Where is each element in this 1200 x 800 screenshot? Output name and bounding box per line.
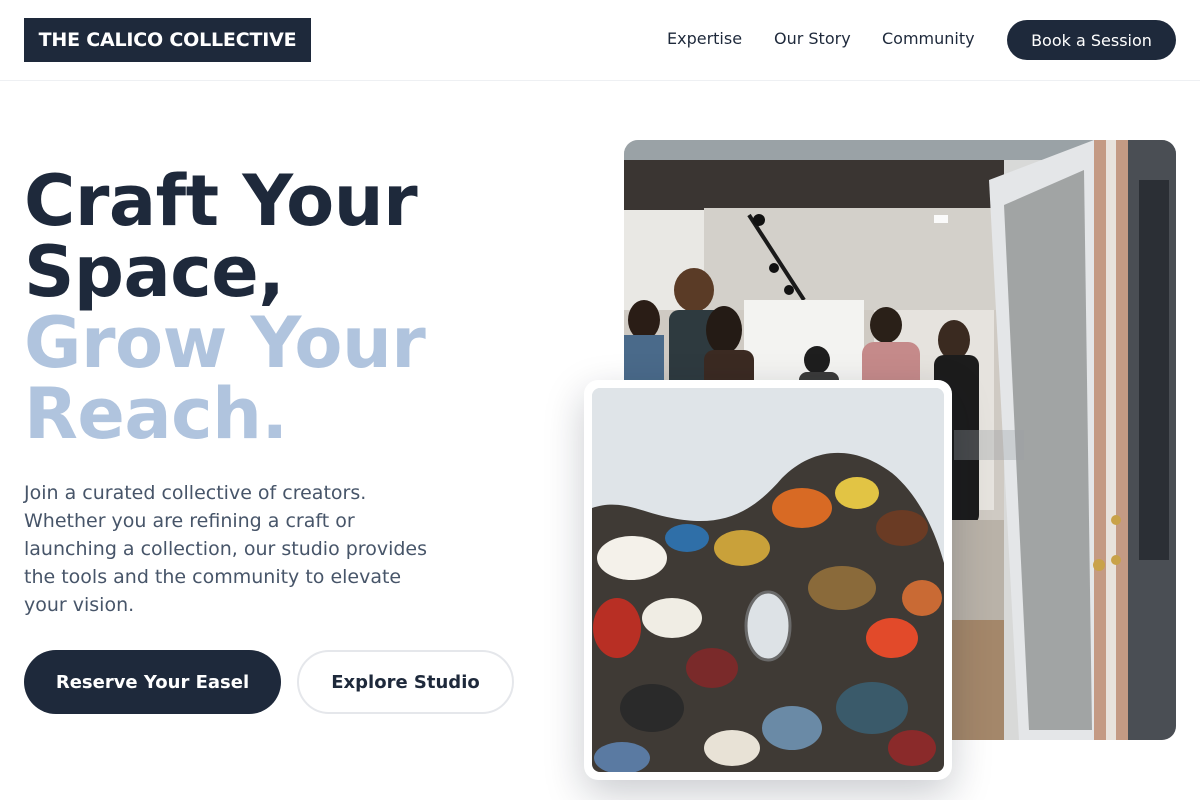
headline-line-2: Space, <box>24 231 285 313</box>
intro-line: Whether you are refining a craft or <box>24 510 355 532</box>
brand-logo[interactable]: THE CALICO COLLECTIVE <box>24 18 311 62</box>
palette-photo-card <box>584 380 952 780</box>
intro-line: Join a curated collective of creators. <box>24 482 367 504</box>
intro-line: launching a collection, our studio provi… <box>24 538 427 560</box>
paint-palette-photo <box>592 388 944 772</box>
intro-line: the tools and the community to elevate <box>24 566 402 588</box>
nav-link-community[interactable]: Community <box>882 28 975 50</box>
explore-studio-button[interactable]: Explore Studio <box>297 650 514 714</box>
site-header: THE CALICO COLLECTIVE Expertise Our Stor… <box>0 0 1200 81</box>
reserve-easel-button[interactable]: Reserve Your Easel <box>24 650 281 714</box>
nav-link-expertise[interactable]: Expertise <box>667 28 742 50</box>
nav-link-our-story[interactable]: Our Story <box>774 28 851 50</box>
book-session-button[interactable]: Book a Session <box>1007 20 1176 60</box>
headline-line-1: Craft Your <box>24 160 418 242</box>
headline-line-4: Reach. <box>24 373 288 455</box>
intro-line: your vision. <box>24 594 135 616</box>
headline-line-3: Grow Your <box>24 302 426 384</box>
hero-intro-text: Join a curated collective of creators. W… <box>24 479 464 619</box>
hero-headline: Craft Your Space, Grow Your Reach. <box>24 166 564 450</box>
